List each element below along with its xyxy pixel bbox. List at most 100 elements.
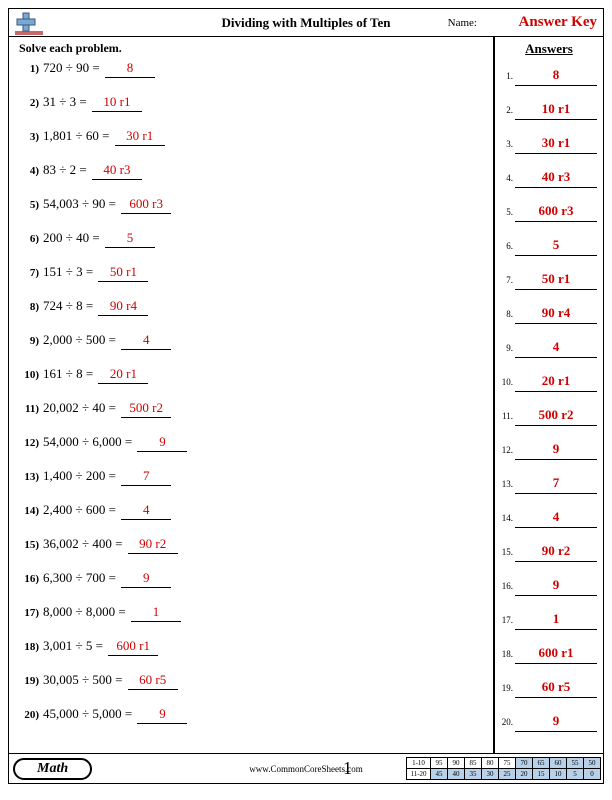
body: Solve each problem. 1)720 ÷ 90 = 82)31 ÷…	[9, 37, 603, 753]
problem-answer: 9	[121, 570, 171, 588]
problem-row: 13)1,400 ÷ 200 = 7	[19, 468, 485, 502]
answer-number: 14.	[501, 513, 515, 523]
subject-badge: Math	[13, 758, 92, 780]
problem-expression: 200 ÷ 40 =	[43, 230, 103, 246]
answer-row: 1.8	[501, 67, 597, 101]
score-cell: 25	[499, 769, 516, 780]
score-cell: 5	[567, 769, 584, 780]
problem-expression: 1,400 ÷ 200 =	[43, 468, 119, 484]
problem-expression: 1,801 ÷ 60 =	[43, 128, 113, 144]
page-number: 1	[343, 758, 352, 779]
answer-number: 5.	[501, 207, 515, 217]
answer-value: 5	[515, 237, 597, 256]
problem-row: 7)151 ÷ 3 = 50 r1	[19, 264, 485, 298]
answers-header: Answers	[501, 41, 597, 57]
answer-row: 6.5	[501, 237, 597, 271]
answer-number: 2.	[501, 105, 515, 115]
answer-row: 18.600 r1	[501, 645, 597, 679]
answer-value: 500 r2	[515, 407, 597, 426]
answer-number: 17.	[501, 615, 515, 625]
answer-number: 15.	[501, 547, 515, 557]
answer-row: 10.20 r1	[501, 373, 597, 407]
problem-number: 12)	[19, 437, 43, 449]
problem-answer: 90 r4	[98, 298, 148, 316]
problem-expression: 31 ÷ 3 =	[43, 94, 90, 110]
problem-expression: 36,002 ÷ 400 =	[43, 536, 126, 552]
problem-answer: 4	[121, 502, 171, 520]
problem-row: 2)31 ÷ 3 = 10 r1	[19, 94, 485, 128]
answer-value: 4	[515, 339, 597, 358]
problem-expression: 54,000 ÷ 6,000 =	[43, 434, 135, 450]
problem-number: 4)	[19, 165, 43, 177]
problem-answer: 600 r1	[108, 638, 158, 656]
answer-value: 600 r3	[515, 203, 597, 222]
problem-expression: 724 ÷ 8 =	[43, 298, 96, 314]
problem-number: 19)	[19, 675, 43, 687]
answer-value: 20 r1	[515, 373, 597, 392]
problem-row: 1)720 ÷ 90 = 8	[19, 60, 485, 94]
answer-value: 90 r4	[515, 305, 597, 324]
score-cell: 50	[584, 758, 601, 769]
score-grid: 1-109590858075706560555011-2045403530252…	[406, 757, 601, 780]
problem-number: 2)	[19, 97, 43, 109]
score-cell: 35	[465, 769, 482, 780]
problem-expression: 45,000 ÷ 5,000 =	[43, 706, 135, 722]
score-row: 11-20454035302520151050	[407, 769, 601, 780]
score-cell: 55	[567, 758, 584, 769]
answer-row: 8.90 r4	[501, 305, 597, 339]
answer-number: 20.	[501, 717, 515, 727]
problem-answer: 600 r3	[121, 196, 171, 214]
problem-row: 16)6,300 ÷ 700 = 9	[19, 570, 485, 604]
answer-value: 90 r2	[515, 543, 597, 562]
score-cell: 75	[499, 758, 516, 769]
score-row-label: 11-20	[407, 769, 431, 780]
score-cell: 40	[448, 769, 465, 780]
answer-value: 9	[515, 441, 597, 460]
answer-number: 12.	[501, 445, 515, 455]
answer-value: 40 r3	[515, 169, 597, 188]
answer-value: 9	[515, 713, 597, 732]
problem-row: 11)20,002 ÷ 40 = 500 r2	[19, 400, 485, 434]
answer-value: 10 r1	[515, 101, 597, 120]
answer-row: 12.9	[501, 441, 597, 475]
problem-row: 5)54,003 ÷ 90 = 600 r3	[19, 196, 485, 230]
problem-number: 17)	[19, 607, 43, 619]
score-cell: 70	[516, 758, 533, 769]
answer-value: 600 r1	[515, 645, 597, 664]
problem-answer: 8	[105, 60, 155, 78]
answer-number: 6.	[501, 241, 515, 251]
problem-number: 14)	[19, 505, 43, 517]
instruction: Solve each problem.	[19, 41, 485, 56]
problem-answer: 60 r5	[128, 672, 178, 690]
answer-row: 19.60 r5	[501, 679, 597, 713]
problem-answer: 30 r1	[115, 128, 165, 146]
score-cell: 0	[584, 769, 601, 780]
header: Dividing with Multiples of Ten Name: Ans…	[9, 9, 603, 37]
answer-number: 4.	[501, 173, 515, 183]
problem-number: 11)	[19, 403, 43, 415]
answer-number: 9.	[501, 343, 515, 353]
problem-number: 13)	[19, 471, 43, 483]
problem-answer: 40 r3	[92, 162, 142, 180]
answer-row: 5.600 r3	[501, 203, 597, 237]
answer-number: 8.	[501, 309, 515, 319]
answer-row: 16.9	[501, 577, 597, 611]
problem-answer: 7	[121, 468, 171, 486]
problem-row: 18)3,001 ÷ 5 = 600 r1	[19, 638, 485, 672]
answer-row: 2.10 r1	[501, 101, 597, 135]
answer-row: 13.7	[501, 475, 597, 509]
problem-answer: 9	[137, 434, 187, 452]
problem-number: 1)	[19, 63, 43, 75]
problem-expression: 8,000 ÷ 8,000 =	[43, 604, 129, 620]
problem-number: 20)	[19, 709, 43, 721]
score-cell: 45	[431, 769, 448, 780]
score-cell: 95	[431, 758, 448, 769]
problem-expression: 720 ÷ 90 =	[43, 60, 103, 76]
problem-row: 4)83 ÷ 2 = 40 r3	[19, 162, 485, 196]
answer-number: 3.	[501, 139, 515, 149]
problem-answer: 5	[105, 230, 155, 248]
score-cell: 85	[465, 758, 482, 769]
problem-number: 8)	[19, 301, 43, 313]
answer-value: 9	[515, 577, 597, 596]
score-row: 1-1095908580757065605550	[407, 758, 601, 769]
